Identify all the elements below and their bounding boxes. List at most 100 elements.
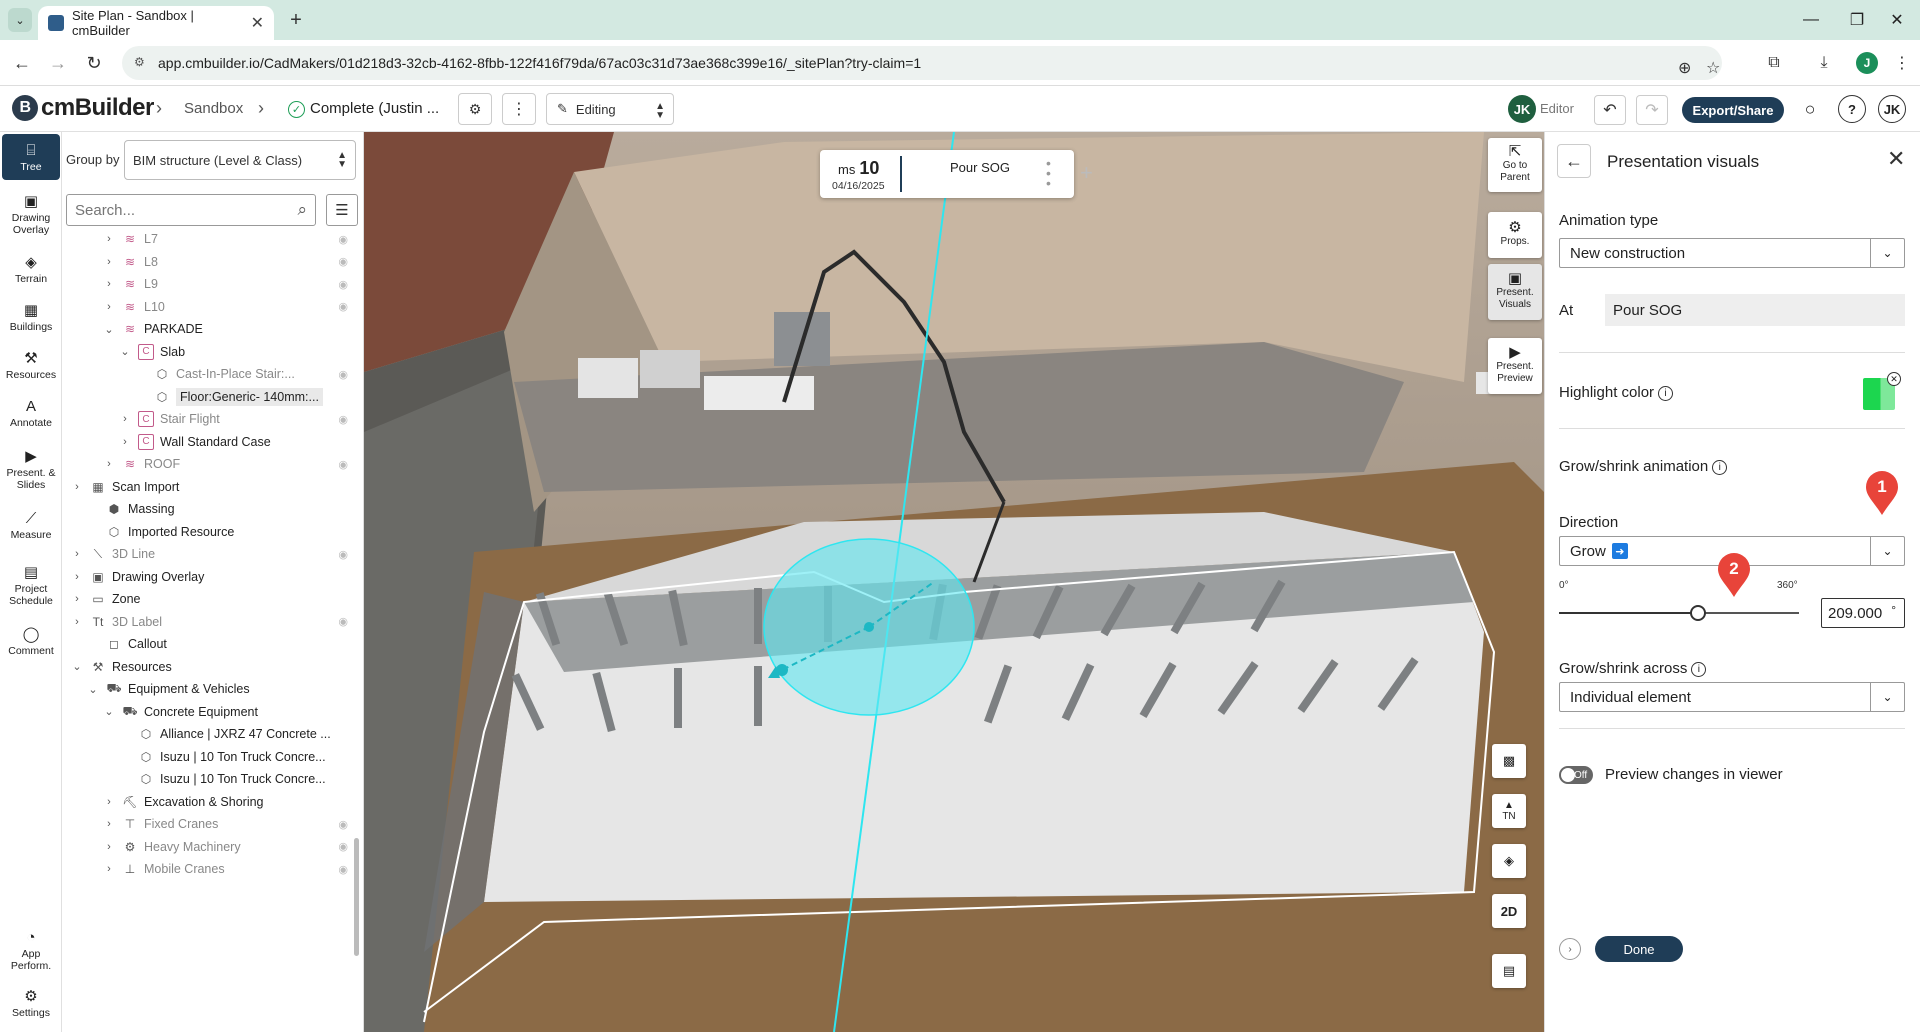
expand-chevron-icon[interactable]: › xyxy=(1559,938,1581,960)
expand-chevron-icon[interactable]: › xyxy=(102,458,116,470)
tree-search[interactable]: ⌕ xyxy=(66,194,316,226)
visibility-eye-icon[interactable]: ◉ xyxy=(338,278,348,291)
expand-chevron-icon[interactable]: › xyxy=(102,818,116,830)
rail-item-drawing-overlay[interactable]: ▣ Drawing Overlay xyxy=(2,188,60,240)
back-icon[interactable]: ← xyxy=(8,49,36,77)
expand-chevron-icon[interactable]: ⌄ xyxy=(70,660,84,673)
milestone-card[interactable]: ms 10 04/16/2025 Pour SOG • • • xyxy=(820,150,1074,198)
chat-icon[interactable]: ○ xyxy=(1796,95,1824,123)
rail-item-present-slides[interactable]: ▶ Present. & Slides xyxy=(2,442,60,496)
visibility-eye-icon[interactable]: ◉ xyxy=(338,458,348,471)
tab-search-icon[interactable]: ⌄ xyxy=(8,8,32,32)
filter-list-icon[interactable]: ☰ xyxy=(326,194,358,226)
rail-item-terrain[interactable]: ◈ Terrain xyxy=(2,246,60,292)
expand-chevron-icon[interactable]: › xyxy=(102,278,116,290)
visibility-eye-icon[interactable]: ◉ xyxy=(338,863,348,876)
user-avatar[interactable]: JK xyxy=(1508,95,1536,123)
tree-scrollbar[interactable] xyxy=(354,838,359,956)
visibility-eye-icon[interactable]: ◉ xyxy=(338,548,348,561)
breadcrumb-status[interactable]: Complete (Justin ... xyxy=(310,100,439,117)
true-north-button[interactable]: ▲ TN xyxy=(1492,794,1526,828)
undo-icon[interactable]: ↶ xyxy=(1594,95,1626,125)
back-arrow-icon[interactable]: ← xyxy=(1557,144,1591,178)
layers-icon[interactable]: ◈ xyxy=(1492,844,1526,878)
rail-item-annotate[interactable]: A Annotate xyxy=(2,390,60,436)
window-close-icon[interactable]: ✕ xyxy=(1874,6,1920,34)
browser-tab[interactable]: Site Plan - Sandbox | cmBuilder ✕ xyxy=(38,6,274,40)
expand-chevron-icon[interactable]: › xyxy=(102,796,116,808)
help-button[interactable]: ? xyxy=(1838,95,1866,123)
minimize-icon[interactable]: — xyxy=(1788,6,1834,34)
search-input[interactable] xyxy=(75,201,275,219)
url-bar[interactable]: ⚙ app.cmbuilder.io/CadMakers/01d218d3-32… xyxy=(122,46,1722,80)
angle-slider-track[interactable] xyxy=(1559,612,1799,614)
expand-chevron-icon[interactable]: ⌄ xyxy=(102,323,116,336)
expand-chevron-icon[interactable]: › xyxy=(118,436,132,448)
angle-slider-thumb[interactable] xyxy=(1690,605,1707,621)
profile-avatar[interactable]: J xyxy=(1856,52,1878,74)
zoom-icon[interactable]: ⊕ xyxy=(1678,58,1691,78)
search-icon[interactable]: ⌕ xyxy=(297,200,307,220)
3d-viewer[interactable]: ms 10 04/16/2025 Pour SOG • • • + ⇱ Go to Pa… xyxy=(364,132,1544,1032)
view-mode-2d-button[interactable]: 2D xyxy=(1492,894,1526,928)
extensions-icon[interactable]: ⧉ xyxy=(1760,49,1788,77)
edit-mode-select[interactable]: ✎ Editing ▲ ▼ xyxy=(546,93,674,125)
account-button[interactable]: JK xyxy=(1878,95,1906,123)
present-visuals-button[interactable]: ▣ Present. Visuals xyxy=(1488,264,1542,320)
drag-handle-icon[interactable]: • • • xyxy=(1046,156,1051,190)
visibility-eye-icon[interactable]: ◉ xyxy=(338,615,348,628)
props-button[interactable]: ⚙ Props. xyxy=(1488,212,1542,258)
cmbuilder-logo[interactable]: B cmBuilder xyxy=(12,94,154,122)
visibility-eye-icon[interactable]: ◉ xyxy=(338,233,348,246)
settings-gear-icon[interactable]: ⚙ xyxy=(458,93,492,125)
rail-item-resources[interactable]: ⚒ Resources xyxy=(2,342,60,388)
new-tab-button[interactable]: + xyxy=(284,8,308,32)
expand-chevron-icon[interactable]: ⌄ xyxy=(102,705,116,718)
panel-close-icon[interactable]: ✕ xyxy=(1887,146,1905,172)
expand-chevron-icon[interactable]: › xyxy=(102,256,116,268)
expand-chevron-icon[interactable]: › xyxy=(70,481,84,493)
clear-color-icon[interactable]: ✕ xyxy=(1887,372,1901,386)
map-layer-icon[interactable]: ▩ xyxy=(1492,744,1526,778)
rail-item-app-performance[interactable]: ◔ App Perform. xyxy=(2,924,60,976)
present-preview-button[interactable]: ▶ Present. Preview xyxy=(1488,338,1542,394)
rail-item-measure[interactable]: ⟋ Measure xyxy=(2,502,60,548)
visibility-eye-icon[interactable]: ◉ xyxy=(338,818,348,831)
done-button[interactable]: Done xyxy=(1595,936,1683,962)
visibility-eye-icon[interactable]: ◉ xyxy=(338,413,348,426)
legend-icon[interactable]: ▤ xyxy=(1492,954,1526,988)
reload-icon[interactable]: ↻ xyxy=(80,49,108,77)
expand-chevron-icon[interactable]: ⌄ xyxy=(86,683,100,696)
tree-row[interactable]: › ⊥ Mobile Cranes ◉ xyxy=(62,856,352,882)
rail-item-settings[interactable]: ⚙ Settings xyxy=(2,980,60,1026)
expand-chevron-icon[interactable]: › xyxy=(102,841,116,853)
visibility-eye-icon[interactable]: ◉ xyxy=(338,255,348,268)
preview-toggle[interactable]: Off xyxy=(1559,766,1593,784)
expand-chevron-icon[interactable]: › xyxy=(70,571,84,583)
groupby-select[interactable]: BIM structure (Level & Class) ▲ ▼ xyxy=(124,140,356,180)
tab-close-icon[interactable]: ✕ xyxy=(251,13,264,33)
rail-item-buildings[interactable]: ▦ Buildings xyxy=(2,294,60,340)
add-milestone-button[interactable]: + xyxy=(1080,160,1093,186)
site-info-icon[interactable]: ⚙ xyxy=(134,55,150,71)
expand-chevron-icon[interactable]: › xyxy=(118,413,132,425)
expand-chevron-icon[interactable]: › xyxy=(70,616,84,628)
breadcrumb-project[interactable]: Sandbox xyxy=(184,100,243,117)
export-share-button[interactable]: Export/Share xyxy=(1682,97,1784,123)
across-select[interactable]: Individual element ⌄ xyxy=(1559,682,1905,712)
visibility-eye-icon[interactable]: ◉ xyxy=(338,368,348,381)
go-to-parent-button[interactable]: ⇱ Go to Parent xyxy=(1488,138,1542,192)
downloads-icon[interactable]: ⤓ xyxy=(1810,49,1838,77)
expand-chevron-icon[interactable]: ⌄ xyxy=(118,345,132,358)
expand-chevron-icon[interactable]: › xyxy=(70,548,84,560)
more-options-icon[interactable]: ⋮ xyxy=(502,93,536,125)
expand-chevron-icon[interactable]: › xyxy=(70,593,84,605)
bookmark-star-icon[interactable]: ☆ xyxy=(1706,58,1720,78)
visibility-eye-icon[interactable]: ◉ xyxy=(338,840,348,853)
expand-chevron-icon[interactable]: › xyxy=(102,863,116,875)
angle-input[interactable]: 209.000 ° xyxy=(1821,598,1905,628)
rail-item-comment[interactable]: ◯ Comment xyxy=(2,618,60,664)
expand-chevron-icon[interactable]: › xyxy=(102,301,116,313)
rail-item-project-schedule[interactable]: ▤ Project Schedule xyxy=(2,558,60,612)
browser-menu-icon[interactable]: ⋮ xyxy=(1888,49,1916,77)
